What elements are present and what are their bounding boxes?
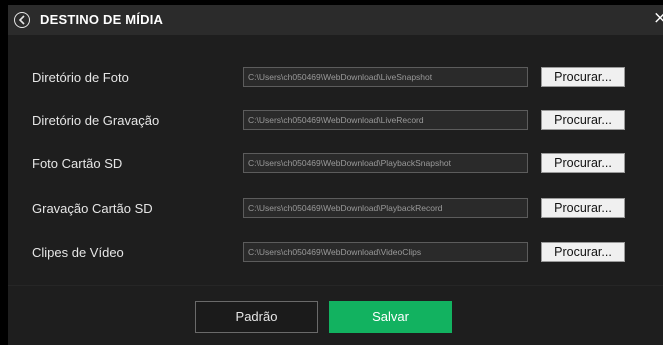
row-sd-card-photo: Foto Cartão SD Procurar... [8, 152, 663, 176]
row-label: Foto Cartão SD [32, 156, 123, 171]
browse-button[interactable]: Procurar... [541, 198, 625, 218]
save-button[interactable]: Salvar [329, 301, 452, 333]
footer-divider [8, 285, 663, 286]
close-icon[interactable]: × [653, 10, 663, 26]
browse-button[interactable]: Procurar... [541, 110, 625, 130]
path-field[interactable] [243, 110, 528, 130]
back-arrow-icon[interactable] [14, 12, 30, 28]
row-recording-directory: Diretório de Gravação Procurar... [8, 109, 663, 133]
path-field[interactable] [243, 67, 528, 87]
row-photo-directory: Diretório de Foto Procurar... [8, 66, 663, 90]
row-label: Diretório de Foto [32, 70, 129, 85]
path-field[interactable] [243, 242, 528, 262]
row-video-clips: Clipes de Vídeo Procurar... [8, 241, 663, 265]
path-field[interactable] [243, 153, 528, 173]
browse-button[interactable]: Procurar... [541, 242, 625, 262]
row-label: Gravação Cartão SD [32, 201, 153, 216]
browse-button[interactable]: Procurar... [541, 67, 625, 87]
dialog-title: DESTINO DE MÍDIA [40, 12, 164, 27]
path-field[interactable] [243, 198, 528, 218]
row-label: Diretório de Gravação [32, 113, 160, 128]
browse-button[interactable]: Procurar... [541, 153, 625, 173]
media-destination-dialog: DESTINO DE MÍDIA × Diretório de Foto Pro… [8, 5, 663, 345]
default-button[interactable]: Padrão [195, 301, 318, 333]
row-label: Clipes de Vídeo [32, 245, 124, 260]
row-sd-card-recording: Gravação Cartão SD Procurar... [8, 197, 663, 221]
dialog-header: DESTINO DE MÍDIA × [8, 5, 663, 35]
